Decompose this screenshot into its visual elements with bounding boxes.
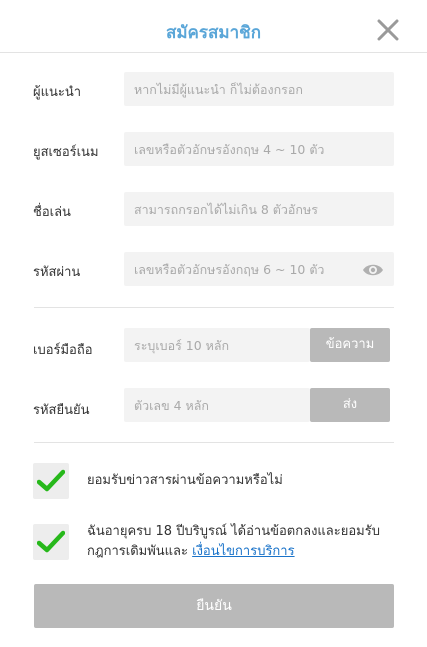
- terms-line-1: ฉันอายุครบ 18 ปีบริบูรณ์ ได้อ่านข้อตกลงแ…: [87, 524, 380, 539]
- news-checkbox[interactable]: [33, 463, 69, 499]
- referrer-input[interactable]: [124, 72, 394, 106]
- verify-label: รหัสยืนยัน: [33, 403, 90, 418]
- divider: [34, 307, 394, 308]
- nickname-field: [124, 192, 394, 226]
- checkmark-icon: [37, 530, 65, 553]
- news-checkbox-label: ยอมรับข่าวสารผ่านข้อความหรือไม่: [87, 473, 283, 488]
- checkmark-icon: [37, 469, 65, 492]
- password-label: รหัสผ่าน: [33, 265, 81, 280]
- send-sms-button[interactable]: ข้อความ: [310, 328, 390, 362]
- eye-icon[interactable]: [362, 262, 384, 276]
- terms-checkbox-label: ฉันอายุครบ 18 ปีบริบูรณ์ ได้อ่านข้อตกลงแ…: [87, 522, 380, 562]
- phone-input[interactable]: [124, 328, 310, 362]
- password-input[interactable]: [124, 252, 394, 286]
- send-code-button[interactable]: ส่ง: [310, 388, 390, 422]
- verify-code-input[interactable]: [124, 388, 310, 422]
- terms-link[interactable]: เงื่อนไขการบริการ: [192, 544, 294, 559]
- referrer-label: ผู้แนะนำ: [33, 85, 82, 100]
- verify-field: [124, 388, 310, 422]
- username-label: ยูสเซอร์เนม: [33, 145, 99, 160]
- submit-button[interactable]: ยืนยัน: [34, 584, 394, 628]
- username-input[interactable]: [124, 132, 394, 166]
- page-title: สมัครสมาชิก: [165, 23, 262, 43]
- nickname-label: ชื่อเล่น: [33, 205, 71, 220]
- nickname-input[interactable]: [124, 192, 394, 226]
- phone-label: เบอร์มือถือ: [33, 343, 93, 358]
- terms-prefix: กฎการเดิมพันและ: [87, 544, 193, 559]
- terms-checkbox[interactable]: [33, 524, 69, 560]
- password-field: [124, 252, 394, 286]
- username-field: [124, 132, 394, 166]
- terms-line-2: กฎการเดิมพันและ เงื่อนไขการบริการ: [87, 542, 380, 562]
- phone-field: [124, 328, 310, 362]
- divider: [34, 442, 394, 443]
- close-icon[interactable]: [377, 19, 399, 41]
- referrer-field: [124, 72, 394, 106]
- header: สมัครสมาชิก: [0, 0, 427, 53]
